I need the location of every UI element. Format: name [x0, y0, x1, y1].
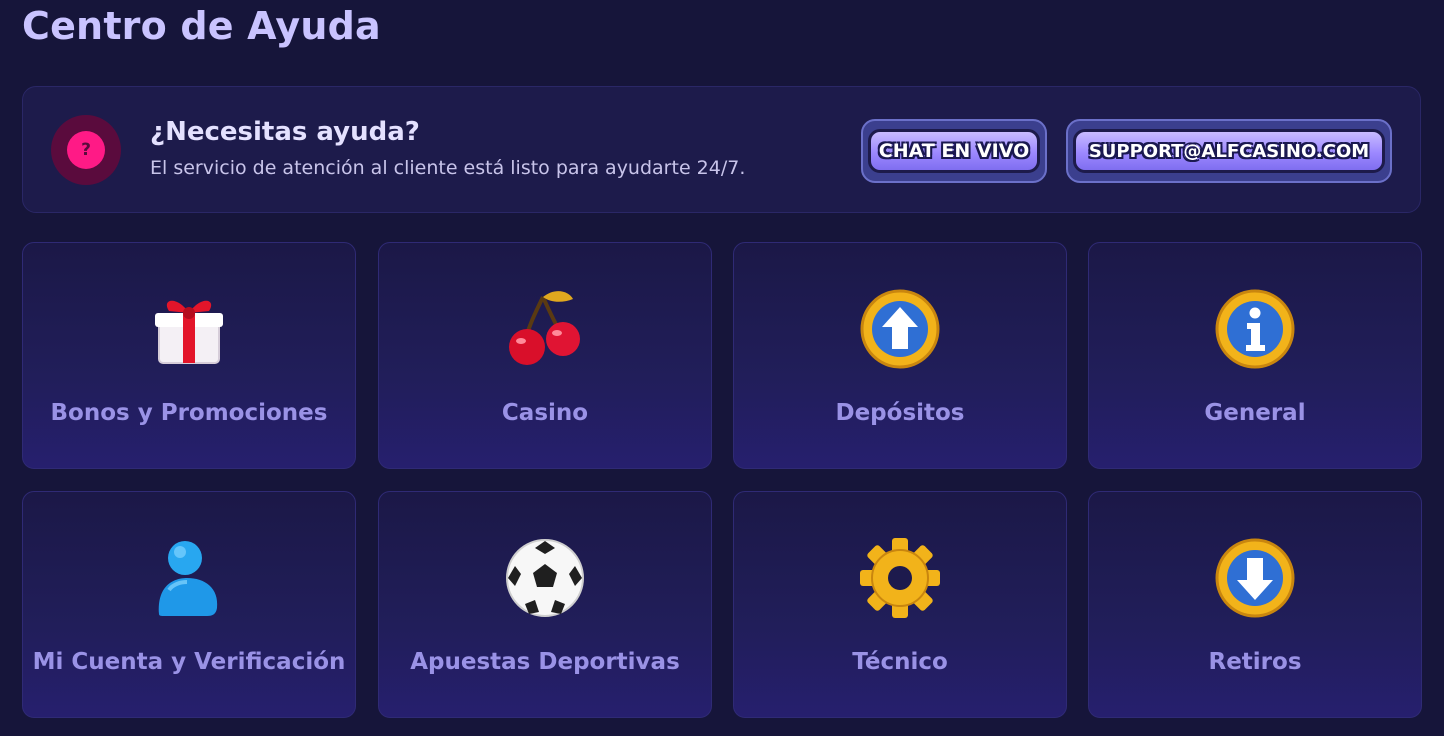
question-icon-glyph: ? [67, 131, 105, 169]
info-coin-icon [1215, 289, 1295, 369]
category-label: Técnico [852, 649, 948, 675]
category-label: Bonos y Promociones [50, 400, 328, 426]
soccer-ball-icon [506, 539, 584, 617]
support-email-button-label: SUPPORT@ALFCASINO.COM [1073, 129, 1385, 173]
live-chat-button-label: CHAT EN VIVO [868, 129, 1040, 173]
category-card-casino[interactable]: Casino [378, 242, 712, 469]
arrow-down-coin-icon [1215, 538, 1295, 618]
category-card-technical[interactable]: Técnico [733, 491, 1067, 718]
category-card-deposits[interactable]: Depósitos [733, 242, 1067, 469]
question-icon: ? [51, 115, 121, 185]
support-email-button[interactable]: SUPPORT@ALFCASINO.COM [1066, 119, 1392, 183]
help-subtitle: El servicio de atención al cliente está … [150, 157, 746, 179]
help-center-page: Centro de Ayuda ? ¿Necesitas ayuda? El s… [0, 0, 1444, 736]
help-heading: ¿Necesitas ayuda? [150, 117, 420, 147]
category-card-general[interactable]: General [1088, 242, 1422, 469]
category-label: General [1204, 400, 1306, 426]
arrow-up-coin-icon [860, 289, 940, 369]
category-label: Retiros [1208, 649, 1302, 675]
user-icon [158, 541, 218, 616]
cherry-icon [509, 291, 580, 365]
category-label: Apuestas Deportivas [410, 649, 680, 675]
gift-icon [155, 300, 223, 364]
live-chat-button[interactable]: CHAT EN VIVO [861, 119, 1047, 183]
gear-icon [860, 538, 940, 618]
category-card-bonuses[interactable]: Bonos y Promociones [22, 242, 356, 469]
category-label: Casino [501, 400, 589, 426]
category-label: Depósitos [835, 400, 965, 426]
page-title: Centro de Ayuda [22, 4, 381, 48]
category-card-sports-betting[interactable]: Apuestas Deportivas [378, 491, 712, 718]
help-banner: ? ¿Necesitas ayuda? El servicio de atenc… [22, 86, 1421, 213]
category-card-withdrawals[interactable]: Retiros [1088, 491, 1422, 718]
category-card-account[interactable]: Mi Cuenta y Verificación [22, 491, 356, 718]
category-label: Mi Cuenta y Verificación [32, 649, 346, 675]
